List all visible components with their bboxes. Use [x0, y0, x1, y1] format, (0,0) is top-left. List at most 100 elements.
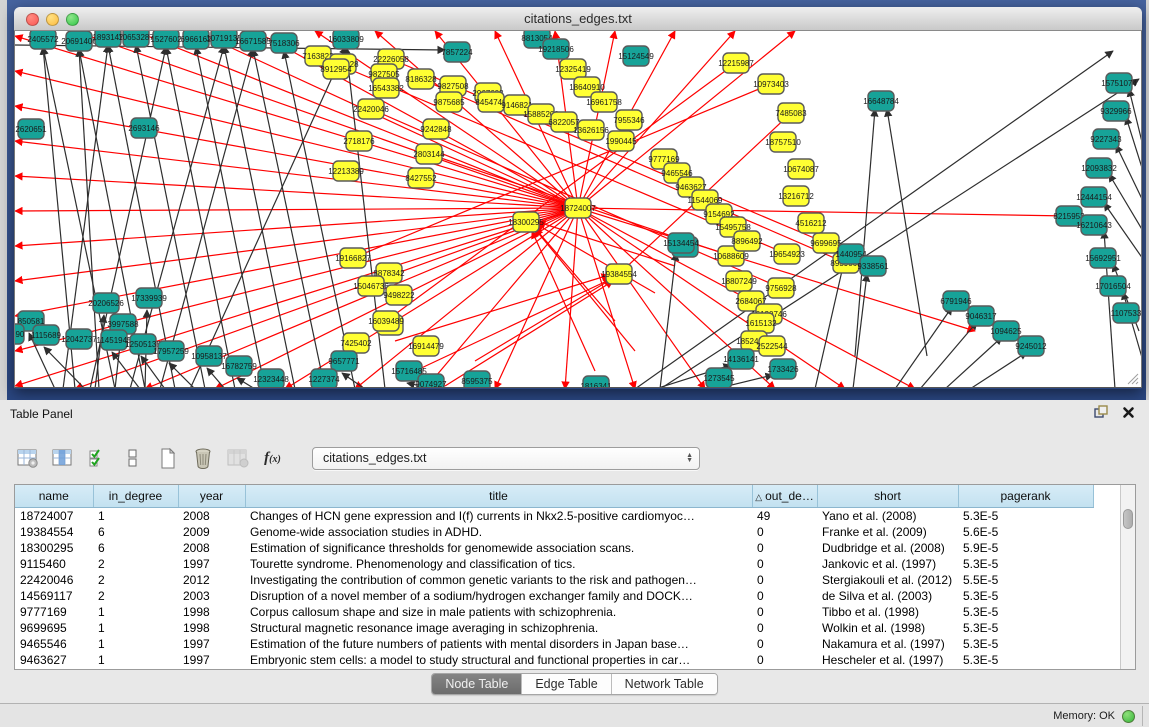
column-header-year[interactable]: year	[178, 485, 245, 507]
network-window-titlebar[interactable]: citations_edges.txt	[14, 7, 1142, 31]
graph-node[interactable]: 19218506	[538, 39, 574, 59]
table-row[interactable]: 2242004622012Investigating the contribut…	[15, 572, 1093, 588]
delete-table-button[interactable]	[224, 445, 251, 472]
table-row[interactable]: 1456911722003Disruption of a novel membe…	[15, 588, 1093, 604]
graph-node[interactable]: 16033809	[328, 31, 364, 49]
graph-node[interactable]: 10653287	[118, 31, 154, 47]
column-header-short[interactable]: short	[817, 485, 958, 507]
graph-node[interactable]: 15124549	[618, 46, 654, 66]
graph-node[interactable]: 2620651	[15, 119, 47, 139]
graph-node[interactable]: 18724007	[560, 198, 596, 218]
delete-columns-button[interactable]	[189, 445, 216, 472]
graph-node[interactable]: 1615132	[745, 313, 777, 333]
graph-node[interactable]: 20206526	[88, 293, 124, 313]
graph-node[interactable]: 7485083	[775, 103, 807, 123]
graph-node[interactable]: 16782759	[221, 356, 257, 376]
tab-network-table[interactable]: Network Table	[612, 674, 717, 694]
graph-node[interactable]: 9242848	[420, 119, 452, 139]
graph-node[interactable]: 391590	[15, 324, 25, 344]
citation-graph[interactable]: 1872400718300295716382288601282222605898…	[15, 31, 1142, 388]
maximize-window-button[interactable]	[66, 13, 79, 26]
graph-node[interactable]: 12323448	[253, 369, 289, 388]
column-header-out_de[interactable]: △out_de…	[752, 485, 817, 507]
graph-node[interactable]: 17339939	[131, 288, 167, 308]
unselect-all-button[interactable]	[119, 445, 146, 472]
graph-node[interactable]: 9074927	[415, 374, 447, 388]
graph-node[interactable]: 10674087	[783, 159, 819, 179]
tab-node-table[interactable]: Node Table	[432, 674, 522, 694]
graph-node[interactable]: 9756928	[765, 278, 797, 298]
function-builder-button[interactable]: f(x)	[259, 445, 286, 472]
graph-node[interactable]: 12042737	[61, 329, 97, 349]
graph-node[interactable]: 16210643	[1076, 215, 1112, 235]
graph-node[interactable]: 8912954	[320, 59, 352, 79]
graph-node[interactable]: 1107533	[1111, 303, 1142, 323]
graph-node[interactable]: 16648784	[863, 91, 899, 111]
graph-node[interactable]: 7955346	[613, 110, 645, 130]
scrollbar-thumb[interactable]	[1123, 509, 1133, 529]
table-row[interactable]: 911546021997Tourette syndrome. Phenomeno…	[15, 556, 1093, 572]
graph-node[interactable]: 9227343	[1090, 129, 1122, 149]
create-new-column-button[interactable]	[154, 445, 181, 472]
graph-node[interactable]: 16671585	[235, 31, 271, 51]
close-panel-icon[interactable]	[1122, 406, 1135, 422]
minimize-window-button[interactable]	[46, 13, 59, 26]
graph-node[interactable]: 7425402	[340, 333, 372, 353]
graph-node[interactable]: 18300295	[508, 212, 544, 232]
column-header-pagerank[interactable]: pagerank	[958, 485, 1093, 507]
column-header-title[interactable]: title	[245, 485, 752, 507]
graph-node[interactable]: 7518306	[268, 33, 300, 53]
table-row[interactable]: 1938455462009Genome-wide association stu…	[15, 524, 1093, 540]
graph-node[interactable]: 15692951	[1085, 248, 1121, 268]
close-window-button[interactable]	[26, 13, 39, 26]
show-columns-button[interactable]	[49, 445, 76, 472]
table-row[interactable]: 969969511998Structural magnetic resonanc…	[15, 620, 1093, 636]
graph-node[interactable]: 1527602	[150, 31, 182, 49]
graph-node[interactable]: 9498222	[383, 285, 415, 305]
graph-node[interactable]: 1273545	[703, 368, 735, 388]
graph-node[interactable]: 9329966	[1100, 101, 1132, 121]
tab-edge-table[interactable]: Edge Table	[522, 674, 611, 694]
graph-node[interactable]: 14136141	[723, 349, 759, 369]
graph-node[interactable]: 17957259	[153, 341, 189, 361]
graph-node[interactable]: 7857224	[441, 42, 473, 62]
float-panel-icon[interactable]	[1094, 405, 1108, 422]
graph-node[interactable]: 12325419	[555, 59, 591, 79]
table-source-select[interactable]: citations_edges.txt ▲▼	[312, 447, 700, 470]
graph-node[interactable]: 1227374	[308, 369, 340, 388]
graph-node[interactable]: 8186328	[405, 69, 437, 89]
graph-node[interactable]: 8595375	[461, 371, 493, 388]
table-row[interactable]: 946362711997Embryonic stem cells: a mode…	[15, 652, 1093, 668]
table-row[interactable]: 946554611997Estimation of the future num…	[15, 636, 1093, 652]
graph-node[interactable]: 2405572	[27, 31, 59, 49]
graph-node[interactable]: 6791946	[940, 291, 972, 311]
table-row[interactable]: 977716911998Corpus callosum shape and si…	[15, 604, 1093, 620]
column-header-in_degree[interactable]: in_degree	[93, 485, 178, 507]
table-row[interactable]: 1872400712008Changes of HCN gene express…	[15, 507, 1093, 524]
graph-node[interactable]: 16543382	[368, 78, 404, 98]
table-scrollbar[interactable]	[1120, 485, 1135, 669]
graph-node[interactable]: 2718176	[343, 131, 375, 151]
column-header-name[interactable]: name	[15, 485, 93, 507]
graph-node[interactable]: 4516212	[795, 213, 827, 233]
graph-node[interactable]: 2803144	[413, 144, 445, 164]
resize-grip-icon[interactable]	[1125, 371, 1139, 385]
graph-node[interactable]: 1816341	[580, 376, 612, 388]
graph-node[interactable]: 9046317	[965, 306, 997, 326]
graph-node[interactable]: 16961758	[586, 92, 622, 112]
graph-node[interactable]: 1733426	[767, 359, 799, 379]
graph-node[interactable]: 8896492	[731, 231, 763, 251]
graph-node[interactable]: 9245012	[1015, 336, 1047, 356]
graph-node[interactable]: 13216712	[778, 186, 814, 206]
graph-node[interactable]: 9875685	[433, 92, 465, 112]
graph-node[interactable]: 12213389	[328, 161, 364, 181]
table-row[interactable]: 1830029562008Estimation of significance …	[15, 540, 1093, 556]
graph-node[interactable]: 12215987	[718, 53, 754, 73]
graph-node[interactable]: 17016504	[1095, 276, 1131, 296]
graph-node[interactable]: 2522544	[756, 336, 788, 356]
graph-node[interactable]: 8427552	[405, 168, 437, 188]
graph-node[interactable]: 9338561	[857, 256, 889, 276]
graph-node[interactable]: 19654923	[769, 244, 805, 264]
graph-node[interactable]: 18757510	[765, 132, 801, 152]
graph-node[interactable]: 15134454	[663, 233, 699, 257]
